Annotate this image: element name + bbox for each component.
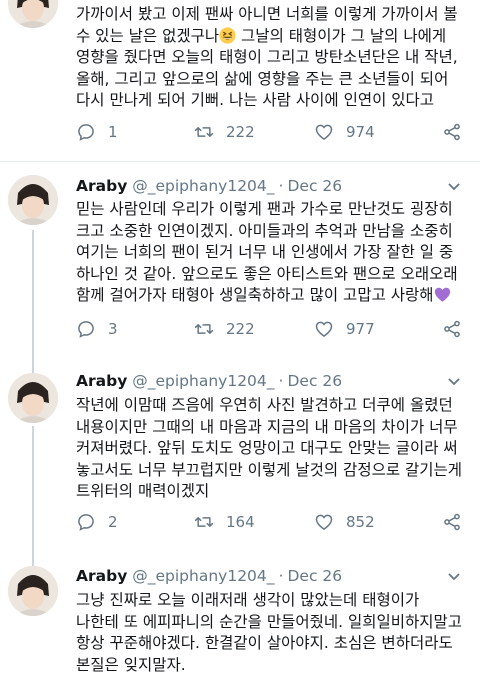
tweet-text: 작년에 이맘때 즈음에 우연히 사진 발견하고 더쿠에 올렸던 내용이지만 그때… <box>76 396 463 500</box>
tweet-header: Araby @_epiphany1204_ · Dec 26 <box>76 370 464 392</box>
like-button[interactable]: 852 <box>314 510 375 534</box>
tweet-2[interactable]: Araby @_epiphany1204_ · Dec 26 믿는 사람인데 우리가… <box>0 162 480 360</box>
retweet-icon <box>194 127 214 137</box>
tweet-header: Araby @_epiphany1204_ · Dec 26 <box>76 565 464 587</box>
share-button[interactable] <box>442 120 462 144</box>
retweet-count: 164 <box>226 513 255 531</box>
share-button[interactable] <box>442 510 462 534</box>
retweet-button[interactable]: 164 <box>194 510 255 534</box>
reply-button[interactable]: 2 <box>76 510 118 534</box>
display-name[interactable]: Araby <box>76 177 127 195</box>
reply-count: 2 <box>108 513 118 531</box>
display-name[interactable]: Araby <box>76 372 127 390</box>
retweet-icon <box>194 324 214 334</box>
reply-icon <box>78 321 94 338</box>
reply-icon <box>78 124 94 141</box>
heart-icon <box>315 124 333 140</box>
retweet-count: 222 <box>226 320 255 338</box>
thread-line <box>32 230 34 360</box>
reply-count: 1 <box>108 123 118 141</box>
avatar[interactable] <box>8 175 58 225</box>
tweet-date[interactable]: Dec 26 <box>287 567 342 585</box>
heart-icon <box>315 514 333 530</box>
grinning-squinting-face-icon <box>219 26 236 44</box>
like-button[interactable]: 977 <box>314 317 375 341</box>
tweet-date[interactable]: Dec 26 <box>287 177 342 195</box>
retweet-button[interactable]: 222 <box>194 317 255 341</box>
retweet-count: 222 <box>226 123 255 141</box>
tweet-header: Araby @_epiphany1204_ · Dec 26 <box>76 175 464 197</box>
user-handle[interactable]: @_epiphany1204_ <box>132 567 274 585</box>
share-icon <box>444 320 460 338</box>
like-count: 852 <box>346 513 375 531</box>
tweet-4[interactable]: Araby @_epiphany1204_ · Dec 26 그냥 진짜로 오늘 이… <box>0 555 480 678</box>
display-name[interactable]: Araby <box>76 567 127 585</box>
share-button[interactable] <box>442 317 462 341</box>
like-count: 977 <box>346 320 375 338</box>
chevron-down-icon[interactable] <box>446 175 462 197</box>
reply-button[interactable]: 3 <box>76 317 118 341</box>
tweet-1[interactable]: 가까이서 봤고 이제 팬싸 아니면 너희를 이렇게 가까이서 볼 수 있는 날은… <box>0 0 480 161</box>
share-icon <box>444 123 460 141</box>
chevron-down-icon[interactable] <box>446 565 462 587</box>
avatar[interactable] <box>8 566 58 616</box>
retweet-icon <box>194 517 214 527</box>
heart-icon <box>315 321 333 337</box>
avatar[interactable] <box>8 373 58 423</box>
share-icon <box>444 513 460 531</box>
reply-count: 3 <box>108 320 118 338</box>
reply-button[interactable]: 1 <box>76 120 118 144</box>
reply-icon <box>78 514 94 531</box>
separator-dot: · <box>278 177 284 195</box>
separator-dot: · <box>278 567 284 585</box>
chevron-down-icon[interactable] <box>446 370 462 392</box>
thread-line <box>32 426 34 555</box>
tweet-text: 그냥 진짜로 오늘 이래저래 생각이 많았는데 태형이가 나한테 또 에피파니의… <box>76 591 463 674</box>
separator-dot: · <box>278 372 284 390</box>
thread-line <box>32 360 34 374</box>
like-count: 974 <box>346 123 375 141</box>
user-handle[interactable]: @_epiphany1204_ <box>132 372 274 390</box>
tweet-date[interactable]: Dec 26 <box>287 372 342 390</box>
user-handle[interactable]: @_epiphany1204_ <box>132 177 274 195</box>
retweet-button[interactable]: 222 <box>194 120 255 144</box>
like-button[interactable]: 974 <box>314 120 375 144</box>
avatar[interactable] <box>8 0 58 28</box>
purple-heart-icon <box>434 286 451 303</box>
tweet-text: 믿는 사람인데 우리가 이렇게 팬과 가수로 만난것도 굉장히 크고 소중한 인… <box>76 200 458 304</box>
tweet-3[interactable]: Araby @_epiphany1204_ · Dec 26 작년에 이맘때 즈음에… <box>0 360 480 555</box>
